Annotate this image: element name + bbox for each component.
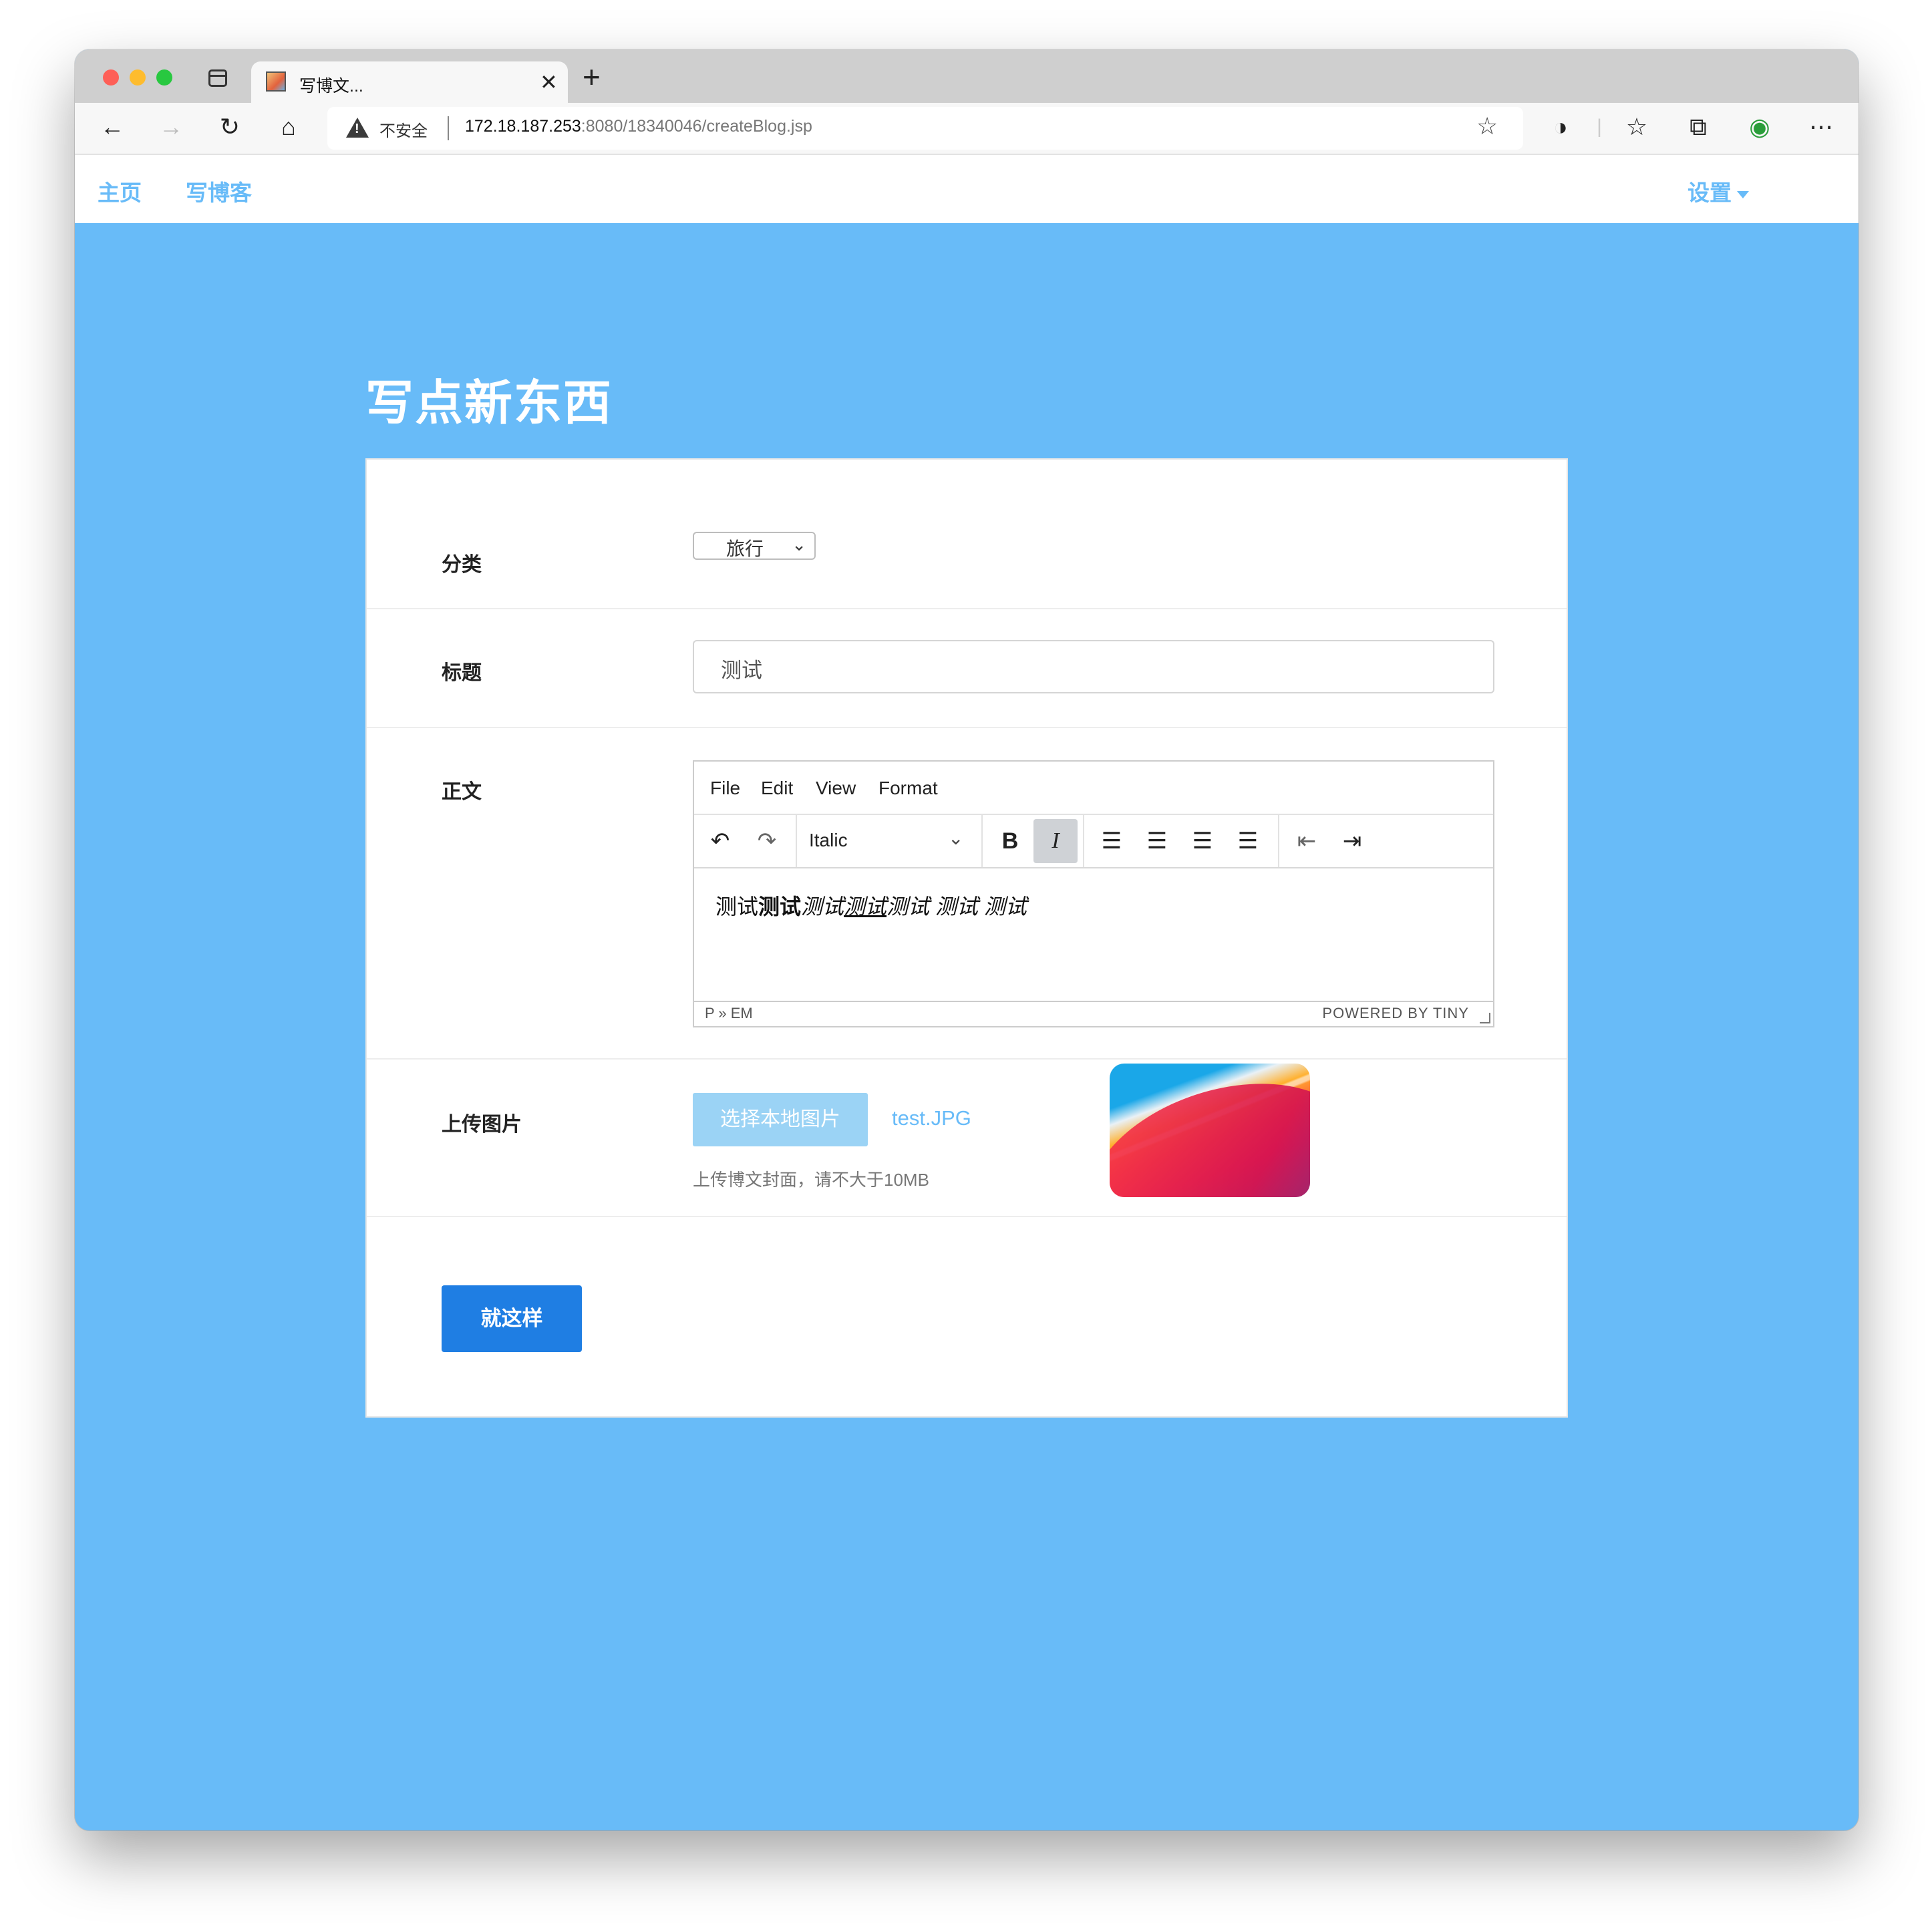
content-italic-2: 测试 — [887, 895, 930, 919]
body-label: 正文 — [442, 781, 482, 803]
tab-strip: 写博文... ✕ + — [75, 49, 1859, 103]
tab-title: 写博文... — [299, 77, 363, 96]
maximize-window-button[interactable] — [156, 69, 172, 86]
resize-handle-icon[interactable] — [1480, 1013, 1490, 1023]
cover-image-preview — [1110, 1064, 1310, 1197]
back-icon[interactable]: ← — [96, 112, 128, 142]
tracking-icon[interactable]: ◑ — [1545, 112, 1577, 142]
indent-icon[interactable]: ⇥ — [1330, 819, 1374, 863]
browser-window: 写博文... ✕ + ← → ↻ ⌂ 不安全 172.18.187.253:80… — [75, 49, 1859, 1830]
row-divider — [367, 608, 1567, 609]
tab-actions-icon[interactable] — [208, 69, 227, 87]
browser-toolbar: ← → ↻ ⌂ 不安全 172.18.187.253:8080/18340046… — [75, 103, 1859, 155]
browser-tab[interactable]: 写博文... ✕ — [251, 61, 568, 103]
content-italic-3: 测试 — [935, 895, 978, 919]
submit-button[interactable]: 就这样 — [442, 1285, 582, 1352]
choose-image-button[interactable]: 选择本地图片 — [693, 1093, 868, 1146]
url-text: 172.18.187.253:8080/18340046/createBlog.… — [465, 117, 812, 136]
content-bold: 测试 — [758, 895, 802, 919]
rich-text-editor[interactable]: File Edit View Format ↶ ↷ Italic ⌄ B I ☰… — [693, 760, 1494, 1027]
align-right-icon[interactable]: ☰ — [1180, 819, 1225, 863]
favicon-icon — [266, 71, 286, 92]
toolbar-separator — [981, 815, 983, 867]
category-select[interactable]: 旅行 ⌄ — [693, 532, 816, 560]
minimize-window-button[interactable] — [130, 69, 146, 86]
align-justify-icon[interactable]: ☰ — [1226, 819, 1270, 863]
redo-icon[interactable]: ↷ — [745, 819, 789, 863]
security-label: 不安全 — [379, 122, 428, 140]
align-center-icon[interactable]: ☰ — [1135, 819, 1179, 863]
menu-format[interactable]: Format — [878, 778, 938, 799]
favorites-icon[interactable]: ☆ — [1621, 112, 1653, 142]
warning-icon — [346, 118, 369, 138]
bold-icon[interactable]: B — [988, 819, 1032, 863]
row-divider — [367, 1058, 1567, 1060]
reload-icon[interactable]: ↻ — [214, 112, 246, 142]
forward-icon[interactable]: → — [155, 112, 187, 142]
url-host: 172.18.187.253 — [465, 117, 581, 136]
title-input[interactable]: 测试 — [693, 640, 1494, 693]
nav-write-link[interactable]: 写博客 — [186, 175, 252, 207]
upload-label: 上传图片 — [442, 1114, 522, 1136]
row-divider — [367, 1216, 1567, 1217]
align-left-icon[interactable]: ☰ — [1090, 819, 1134, 863]
selected-file-name: test.JPG — [892, 1106, 971, 1130]
more-icon[interactable]: ⋯ — [1805, 112, 1837, 142]
editor-content[interactable]: 测试测试测试测试测试 测试 测试 — [715, 890, 1027, 921]
toolbar-separator — [796, 815, 797, 867]
menu-edit[interactable]: Edit — [761, 778, 793, 799]
close-window-button[interactable] — [103, 69, 119, 86]
content-italic-1: 测试 — [801, 895, 844, 919]
row-divider — [367, 727, 1567, 728]
collections-icon[interactable]: ⧉ — [1682, 112, 1714, 142]
nav-home-link[interactable]: 主页 — [98, 175, 142, 207]
caret-down-icon — [1737, 190, 1749, 198]
address-bar[interactable]: 不安全 172.18.187.253:8080/18340046/createB… — [327, 107, 1523, 150]
toolbar-separator — [1083, 815, 1084, 867]
upload-hint: 上传博文封面，请不大于10MB — [693, 1170, 929, 1190]
format-select[interactable]: Italic — [809, 830, 848, 851]
content-italic-4: 测试 — [983, 895, 1027, 919]
url-path: :8080/18340046/createBlog.jsp — [581, 117, 812, 136]
italic-icon[interactable]: I — [1033, 819, 1078, 863]
address-separator — [448, 116, 449, 140]
category-value: 旅行 — [726, 538, 764, 559]
home-icon[interactable]: ⌂ — [273, 112, 305, 142]
close-tab-icon[interactable]: ✕ — [540, 69, 558, 95]
blog-form-card: 分类 旅行 ⌄ 标题 测试 正文 File Edit View Format ↶… — [365, 458, 1568, 1418]
powered-by-tiny[interactable]: POWERED BY TINY — [1322, 1005, 1469, 1022]
menu-view[interactable]: View — [816, 778, 856, 799]
chevron-down-icon: ⌄ — [792, 534, 806, 554]
site-navbar: 主页 写博客 设置 — [75, 155, 1859, 223]
profile-avatar-icon[interactable]: ◉ — [1744, 112, 1776, 142]
chevron-down-icon[interactable]: ⌄ — [948, 827, 963, 849]
title-label: 标题 — [442, 662, 482, 684]
content-italic-underlined: 测试 — [844, 895, 887, 919]
editor-statusbar: P » EM POWERED BY TINY — [694, 1001, 1493, 1026]
new-tab-icon[interactable]: + — [583, 59, 601, 95]
toolbar-separator — [1278, 815, 1279, 867]
editor-menubar: File Edit View Format — [694, 762, 1493, 815]
outdent-icon[interactable]: ⇤ — [1285, 819, 1329, 863]
category-label: 分类 — [442, 554, 482, 576]
settings-label: 设置 — [1687, 180, 1732, 205]
page-title: 写点新东西 — [365, 377, 613, 430]
undo-icon[interactable]: ↶ — [698, 819, 742, 863]
content-plain: 测试 — [715, 895, 759, 919]
add-favorite-icon[interactable]: ☆ — [1476, 112, 1498, 140]
settings-dropdown[interactable]: 设置 — [1687, 175, 1749, 207]
editor-toolbar: ↶ ↷ Italic ⌄ B I ☰ ☰ ☰ ☰ ⇤ ⇥ — [694, 815, 1493, 868]
toolbar-separator: | — [1597, 116, 1602, 138]
element-path[interactable]: P » EM — [705, 1005, 753, 1022]
menu-file[interactable]: File — [710, 778, 740, 799]
